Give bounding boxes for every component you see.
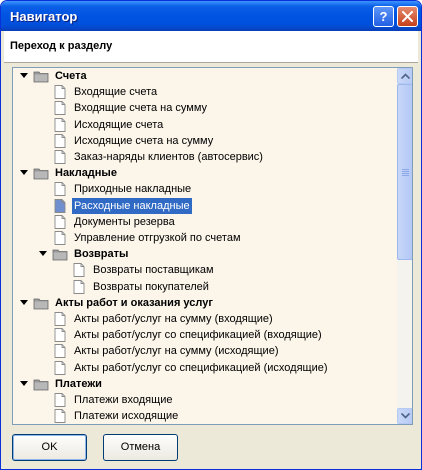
tree-folder-node[interactable]: Платежи [13,376,397,392]
tree-item[interactable]: Возвраты покупателей [13,279,397,295]
document-icon [52,84,68,100]
document-icon [52,392,68,408]
tree-item-label: Управление отгрузкой по счетам [74,232,241,244]
scroll-down-button[interactable] [397,408,412,424]
tree-item[interactable]: Акты работ/услуг со спецификацией (исход… [13,360,397,376]
tree-item-label: Возвраты [74,248,129,261]
title-bar[interactable]: Навигатор ? [1,1,421,31]
tree-item-label: Расходные накладные [72,197,192,214]
document-icon [52,343,68,359]
vertical-scrollbar[interactable] [397,68,412,424]
tree-item-label: Возвраты поставщикам [93,264,214,277]
tree-item-label: Исходящие счета [74,118,164,131]
expand-arrow-icon[interactable] [19,295,29,311]
document-icon [52,181,68,197]
tree-item-label: Возвраты покупателей [93,280,209,293]
window-title: Навигатор [10,9,78,24]
scroll-up-button[interactable] [397,68,412,84]
document-icon [52,198,68,214]
tree-item-label: Акты работ/услуг на сумму (исходящие) [74,345,279,358]
tree-item[interactable]: Расходные накладные [13,197,397,214]
tree-item[interactable]: Управление отгрузкой по счетам [13,230,397,246]
section-header: Переход к разделу [4,31,418,63]
tree-folder-node[interactable]: Счета [13,68,397,84]
document-icon [52,311,68,327]
tree-item-label: Исходящие счета на сумму [74,134,214,147]
ok-button[interactable]: OK [12,434,87,461]
expand-arrow-icon[interactable] [19,165,29,181]
document-icon [71,279,87,295]
tree-item[interactable]: Возвраты поставщикам [13,262,397,278]
tree-item[interactable]: Платежи исходящие [13,408,397,424]
help-icon: ? [379,9,388,24]
expand-arrow-icon[interactable] [38,246,48,262]
tree-item-label: Входящие счета [74,86,158,99]
document-icon [52,408,68,424]
folder-icon [33,295,49,311]
tree-item[interactable]: Акты работ/услуг на сумму (исходящие) [13,343,397,359]
tree-item[interactable]: Документы резерва [13,214,397,230]
tree-item-label: Акты работ/услуг на сумму (входящие) [74,313,273,325]
expand-arrow-icon[interactable] [19,376,29,392]
help-button[interactable]: ? [373,6,394,27]
thumb-grip [402,173,409,174]
tree-item-label: Заказ-наряды клиентов (автосервис) [74,151,263,163]
tree-item[interactable]: Акты работ/услуг со спецификацией (входя… [13,327,397,343]
tree-item-label: Счета [55,70,87,82]
tree-item[interactable]: Входящие счета на сумму [13,100,397,116]
tree-item[interactable]: Акты работ/услуг на сумму (входящие) [13,311,397,327]
tree-folder-node[interactable]: Возвраты [13,246,397,262]
tree-item-label: Платежи [55,377,102,390]
tree-folder-node[interactable]: Акты работ и оказания услуг [13,295,397,311]
tree-item-label: Акты работ и оказания услуг [55,296,213,309]
thumb-grip [402,175,409,176]
navigation-tree[interactable]: Счета Входящие счета Входящие счета на сум… [12,67,413,425]
document-icon [52,230,68,246]
scroll-thumb[interactable] [397,84,412,260]
tree-item-label: Накладные [55,167,117,180]
document-icon [52,117,68,133]
tree-item[interactable]: Входящие счета [13,84,397,100]
document-icon [52,149,68,165]
thumb-grip [402,171,409,172]
document-icon [52,327,68,343]
tree-item-label: Документы резерва [74,215,175,228]
tree-item-label: Входящие счета на сумму [74,102,208,115]
expand-arrow-icon[interactable] [19,68,29,84]
tree-item[interactable]: Платежи входящие [13,392,397,408]
folder-icon [33,68,49,84]
document-icon [52,360,68,376]
section-header-label: Переход к разделу [10,40,113,52]
tree-folder-node[interactable]: Накладные [13,165,397,181]
document-icon [52,214,68,230]
tree-item-label: Акты работ/услуг со спецификацией (исход… [74,361,328,374]
tree-item-label: Платежи входящие [74,394,173,406]
close-button[interactable] [397,6,418,27]
tree-item-label: Платежи исходящие [74,410,179,423]
document-icon [71,262,87,278]
chevron-down-icon [401,413,410,419]
tree-content: Счета Входящие счета Входящие счета на сум… [13,68,397,424]
folder-icon [33,376,49,392]
folder-icon [33,165,49,181]
tree-item[interactable]: Исходящие счета [13,117,397,133]
document-icon [52,100,68,116]
chevron-up-icon [401,73,410,79]
cancel-button[interactable]: Отмена [103,434,178,461]
folder-icon [52,246,68,262]
tree-item[interactable]: Приходные накладные [13,181,397,197]
tree-item-label: Акты работ/услуг со спецификацией (входя… [74,329,322,342]
document-icon [52,133,68,149]
thumb-grip [402,169,409,170]
tree-item[interactable]: Исходящие счета на сумму [13,133,397,149]
tree-item[interactable]: Заказ-наряды клиентов (автосервис) [13,149,397,165]
navigator-dialog: Навигатор ? Переход к разделу Счета Входя… [0,0,422,470]
tree-item-label: Приходные накладные [74,183,192,196]
